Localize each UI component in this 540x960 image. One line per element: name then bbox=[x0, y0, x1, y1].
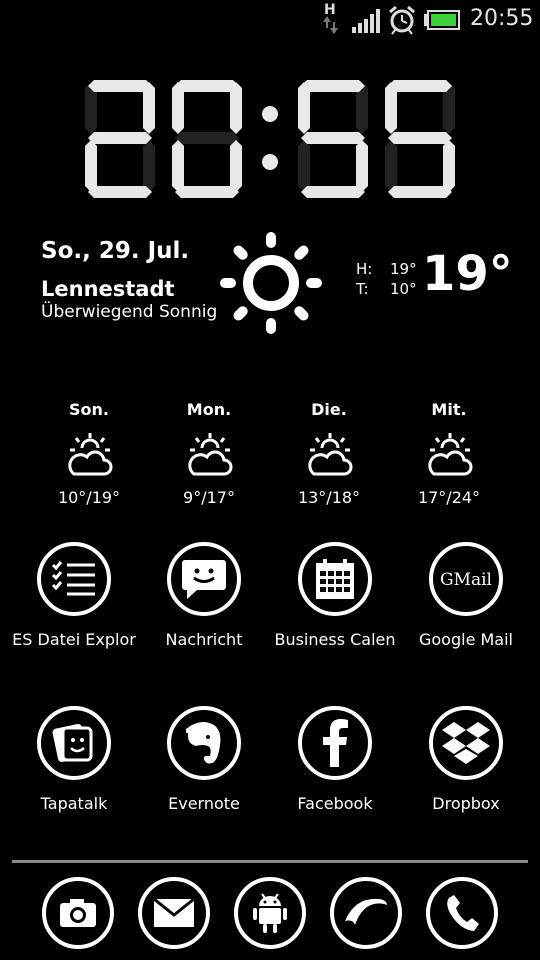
dolphin-icon[interactable] bbox=[330, 877, 402, 949]
battery-icon bbox=[424, 10, 460, 30]
app-google-mail[interactable]: GMail Google Mail bbox=[401, 542, 531, 649]
weather-city: Lennestadt bbox=[41, 277, 175, 301]
app-label: Nachricht bbox=[165, 630, 243, 649]
evernote-icon bbox=[167, 706, 241, 780]
forecast-day-name: Mit. bbox=[431, 400, 467, 419]
partly-cloudy-icon bbox=[29, 430, 149, 482]
mail-icon[interactable] bbox=[138, 877, 210, 949]
partly-cloudy-icon bbox=[269, 430, 389, 482]
list-icon bbox=[37, 542, 111, 616]
forecast-day: Mon. 9°/17° bbox=[149, 400, 269, 507]
camera-icon[interactable] bbox=[42, 877, 114, 949]
weather-date: So., 29. Jul. bbox=[41, 238, 190, 264]
sun-icon bbox=[220, 232, 322, 334]
weather-condition: Überwiegend Sonnig bbox=[41, 302, 218, 322]
android-icon[interactable] bbox=[234, 877, 306, 949]
message-icon bbox=[167, 542, 241, 616]
clock-digit-2 bbox=[85, 80, 155, 198]
high-temp: 19° bbox=[390, 260, 417, 278]
clock-digit-0 bbox=[172, 80, 242, 198]
app-label: Google Mail bbox=[418, 630, 513, 649]
app-es-file-explorer[interactable]: ES Datei Explor bbox=[9, 542, 139, 649]
app-dropbox[interactable]: Dropbox bbox=[401, 706, 531, 813]
data-arrows-icon: H bbox=[318, 2, 342, 36]
alarm-icon bbox=[389, 5, 415, 35]
clock-digits bbox=[85, 80, 455, 198]
app-facebook[interactable]: Facebook bbox=[270, 706, 400, 813]
app-messages[interactable]: Nachricht bbox=[139, 542, 269, 649]
clock-widget[interactable] bbox=[80, 78, 460, 198]
app-business-calendar[interactable]: Business Calen bbox=[270, 542, 400, 649]
forecast: Son. 10°/19° Mon. 9°/17° Die. 13°/18° Mi… bbox=[29, 400, 509, 515]
partly-cloudy-icon bbox=[149, 430, 269, 482]
app-label: Facebook bbox=[297, 794, 373, 813]
app-label: Business Calen bbox=[274, 630, 396, 649]
forecast-temps: 9°/17° bbox=[183, 488, 235, 507]
app-label: Tapatalk bbox=[40, 794, 108, 813]
current-temp: 19° bbox=[422, 246, 513, 302]
app-evernote[interactable]: Evernote bbox=[139, 706, 269, 813]
calendar-icon bbox=[298, 542, 372, 616]
low-temp: 10° bbox=[390, 280, 417, 298]
forecast-day-name: Son. bbox=[69, 400, 109, 419]
status-time: 20:55 bbox=[470, 6, 534, 31]
clock-digit-5b bbox=[385, 80, 455, 198]
clock-digit-5 bbox=[298, 80, 368, 198]
signal-icon bbox=[352, 9, 380, 33]
forecast-temps: 17°/24° bbox=[417, 488, 481, 507]
svg-text:GMail: GMail bbox=[440, 570, 492, 590]
partly-cloudy-icon bbox=[389, 430, 509, 482]
status-bar: H 20:55 bbox=[0, 0, 540, 38]
gmail-icon: GMail bbox=[429, 542, 503, 616]
app-label: ES Datei Explor bbox=[12, 630, 136, 649]
forecast-day: Die. 13°/18° bbox=[269, 400, 389, 507]
app-tapatalk[interactable]: Tapatalk bbox=[9, 706, 139, 813]
forecast-temps: 10°/19° bbox=[57, 488, 121, 507]
dock-divider bbox=[12, 860, 528, 863]
tapatalk-icon bbox=[37, 706, 111, 780]
phone-icon[interactable] bbox=[426, 877, 498, 949]
app-label: Dropbox bbox=[432, 794, 500, 813]
forecast-day: Son. 10°/19° bbox=[29, 400, 149, 507]
app-label: Evernote bbox=[168, 794, 240, 813]
forecast-temps: 13°/18° bbox=[297, 488, 361, 507]
high-low: H: 19° T: 10° bbox=[356, 259, 417, 299]
high-label: H: bbox=[356, 260, 373, 278]
low-label: T: bbox=[356, 280, 369, 298]
forecast-day-name: Mon. bbox=[186, 400, 232, 419]
forecast-day-name: Die. bbox=[311, 400, 347, 419]
facebook-icon bbox=[298, 706, 372, 780]
dropbox-icon bbox=[429, 706, 503, 780]
forecast-day: Mit. 17°/24° bbox=[389, 400, 509, 507]
